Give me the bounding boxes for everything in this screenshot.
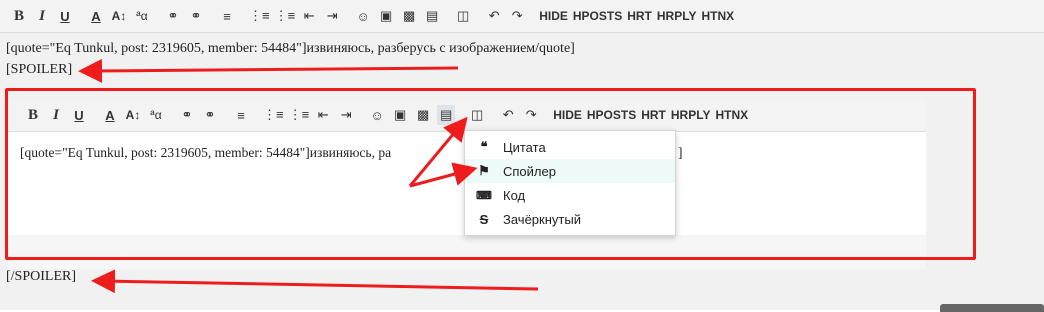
link-icon[interactable]: ⚭ (164, 6, 182, 26)
unlink-icon[interactable]: ⚭ (187, 6, 205, 26)
redo-icon[interactable]: ↷ (508, 6, 526, 26)
smiley-icon[interactable]: ☺ (354, 6, 372, 26)
image-icon[interactable]: ▣ (377, 6, 395, 26)
spoiler-open-tag: [SPOILER] (6, 62, 73, 77)
spoiler-close-tag: [/SPOILER] (6, 269, 76, 284)
indent-icon[interactable]: ⇥ (323, 6, 341, 26)
hide-button[interactable]: HIDE (539, 6, 568, 26)
font-size-button[interactable]: A↕ (110, 6, 128, 26)
quote-line: [quote="Eq Tunkul, post: 2319605, member… (6, 41, 575, 56)
undo-icon[interactable]: ↶ (485, 6, 503, 26)
bold-button[interactable]: B (10, 6, 28, 26)
numbered-list-icon[interactable]: ⋮≡ (275, 6, 296, 26)
insert-menu-icon[interactable]: ▤ (423, 6, 441, 26)
hposts-button[interactable]: HPOSTS (573, 6, 622, 26)
hrply-button[interactable]: HRPLY (657, 6, 697, 26)
bullet-list-icon[interactable]: ⋮≡ (249, 6, 270, 26)
font-family-button[interactable]: ªα (133, 6, 151, 26)
underline-button[interactable]: U (56, 6, 74, 26)
htnx-button[interactable]: HTNX (701, 6, 734, 26)
italic-button[interactable]: I (33, 6, 51, 26)
annotation-frame (5, 88, 976, 260)
align-left-icon[interactable]: ≡ (218, 6, 236, 26)
save-draft-icon[interactable]: ◫ (454, 6, 472, 26)
media-icon[interactable]: ▩ (400, 6, 418, 26)
hrt-button[interactable]: HRT (627, 6, 652, 26)
submit-button-edge[interactable] (940, 304, 1044, 312)
text-color-button[interactable]: A (87, 6, 105, 26)
outdent-icon[interactable]: ⇤ (300, 6, 318, 26)
editor-toolbar: B I U A A↕ ªα ⚭ ⚭ ≡ ⋮≡ ⋮≡ ⇤ ⇥ ☺ ▣ ▩ ▤ ◫ … (0, 0, 1044, 33)
